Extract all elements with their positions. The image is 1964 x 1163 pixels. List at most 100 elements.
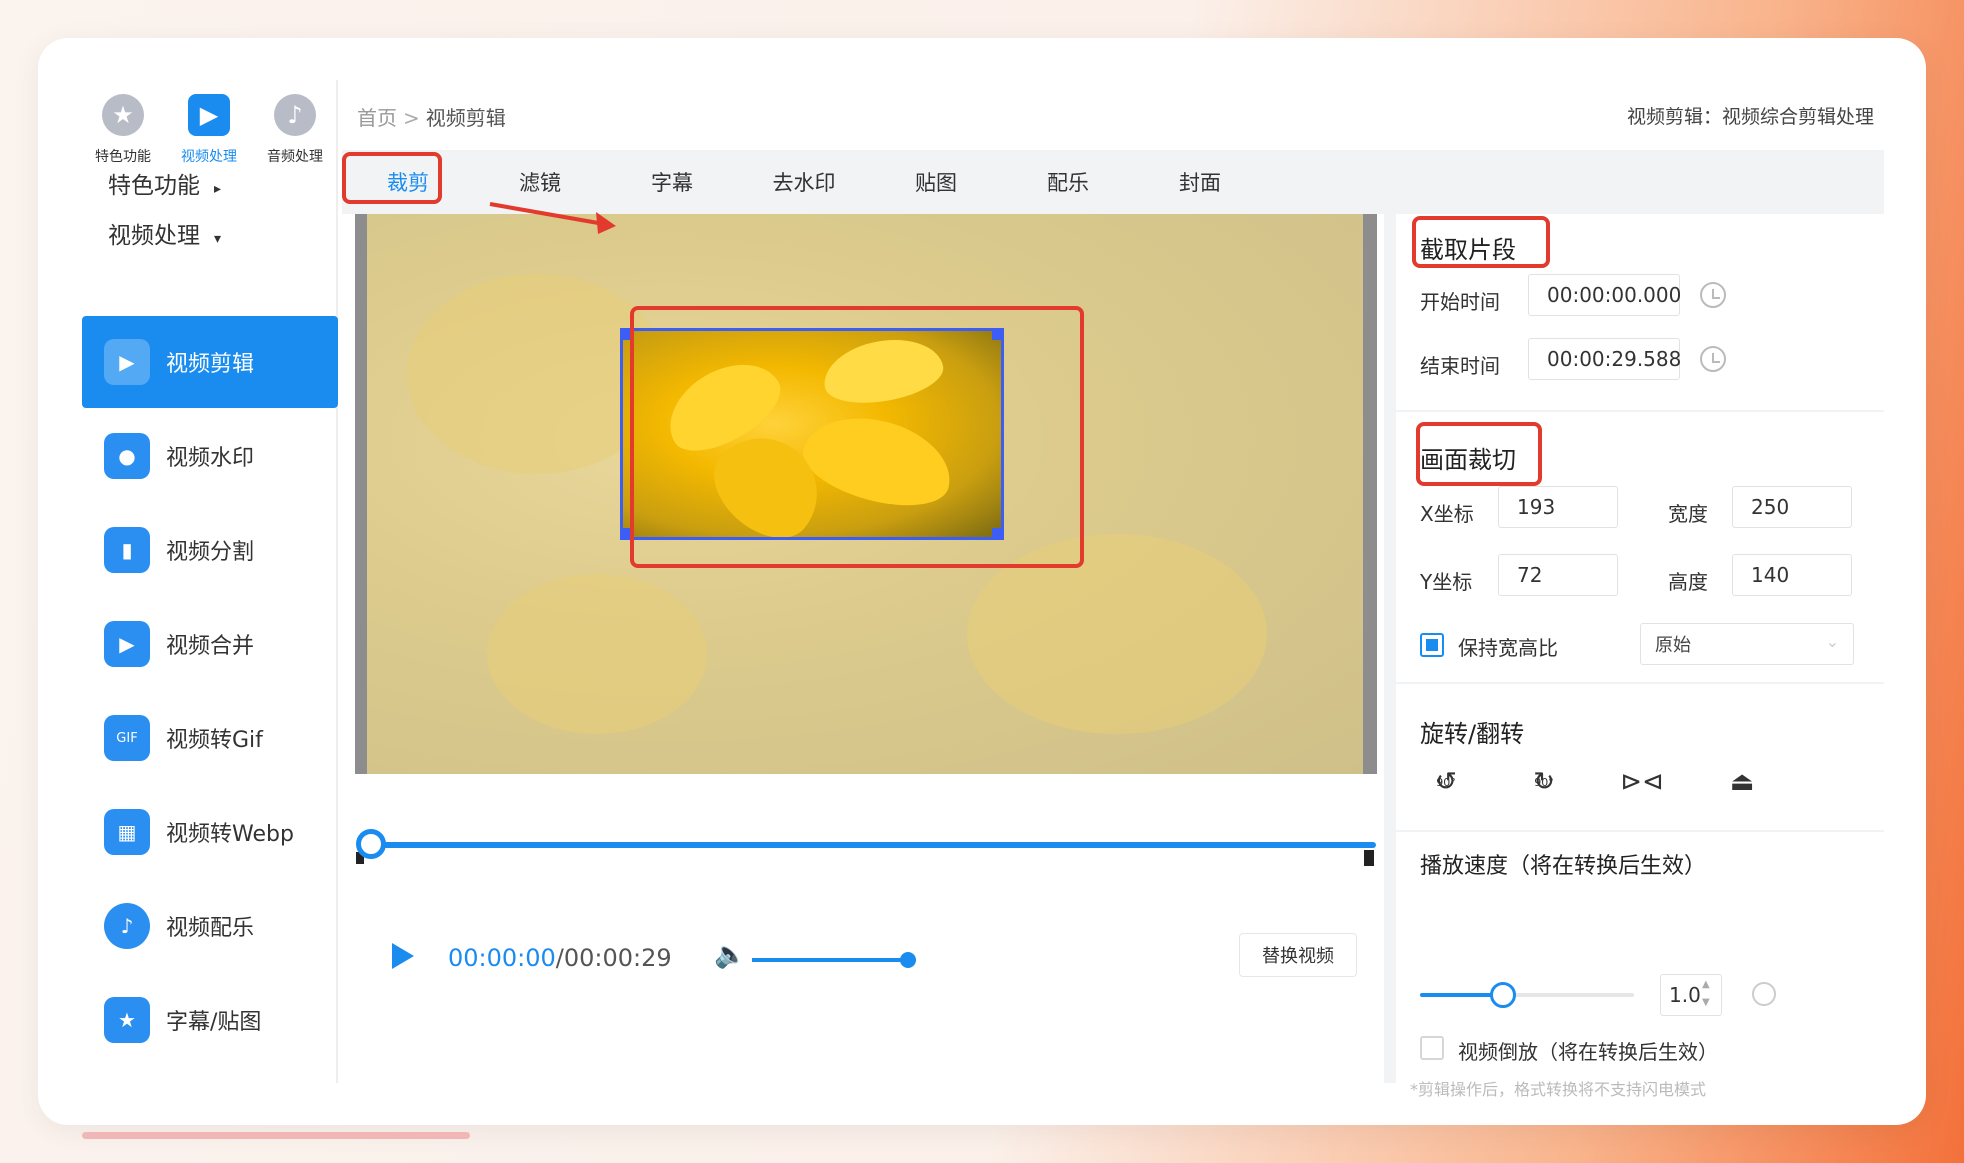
sidebar-item-merge[interactable]: ▶ 视频合并 [82,598,338,690]
tab-subtitle[interactable]: 字幕 [606,167,738,197]
sidebar-item-watermark[interactable]: ● 视频水印 [82,410,338,502]
crop-handle[interactable] [992,331,1001,340]
rotate-left-icon[interactable]: ↺ 90° [1424,760,1468,804]
section-video[interactable]: 视频处理 ▾ [108,216,221,250]
sidebar-item-split[interactable]: ▮ 视频分割 [82,504,338,596]
gif-icon: GIF [104,715,150,761]
music-icon: ♪ [274,94,316,136]
breadcrumb: 首页 > 视频剪辑 [357,102,506,131]
flower-image [818,331,948,411]
crop-handle[interactable] [992,528,1001,537]
reverse-label: 视频倒放（将在转换后生效） [1458,1040,1718,1064]
keep-ratio-checkbox[interactable] [1420,633,1444,657]
section-divider [1384,682,1884,684]
x-coordinate-input[interactable]: 193 [1498,486,1618,528]
chevron-down-icon: ⌄ [1825,632,1839,651]
sidebar-item-label: 视频转Gif [166,728,263,753]
timeline-track[interactable] [366,842,1376,848]
breadcrumb-home[interactable]: 首页 [357,106,397,130]
end-time-label: 结束时间 [1420,354,1500,378]
section-divider [1384,410,1884,412]
video-preview[interactable] [355,214,1377,774]
reverse-checkbox[interactable] [1420,1036,1444,1060]
x-coordinate-label: X坐标 [1420,502,1474,526]
video-background [487,574,707,734]
volume-slider[interactable] [752,958,908,962]
flip-vertical-icon[interactable]: ⏏ [1720,760,1764,804]
sidebar-item-webp[interactable]: ▦ 视频转Webp [82,786,338,878]
sidebar-item-label: 视频剪辑 [166,352,255,377]
end-time-input[interactable]: 00:00:29.588 [1528,338,1681,380]
rotate-right-icon[interactable]: ↻ 90° [1522,760,1566,804]
breadcrumb-current: 视频剪辑 [425,106,506,130]
ratio-select[interactable]: 原始 ⌄ [1640,623,1854,665]
music-video-icon: ♪ [104,903,150,949]
play-icon[interactable] [392,943,414,969]
speed-stepper-icon[interactable]: ▲ ▼ [1702,976,1710,1012]
speed-input[interactable]: 1.0 [1660,974,1722,1016]
replace-video-button[interactable]: 替换视频 [1239,933,1357,977]
watermark-icon: ● [104,433,150,479]
sidebar-item-music[interactable]: ♪ 视频配乐 [82,880,338,972]
timeline-end-marker[interactable] [1364,850,1374,866]
y-coordinate-input[interactable]: 72 [1498,554,1618,596]
y-coordinate-label: Y坐标 [1420,570,1473,594]
crop-selection-box[interactable] [620,328,1004,540]
category-label: 音频处理 [267,149,323,165]
sticker-icon: ★ [104,997,150,1043]
crop-handle[interactable] [623,528,632,537]
video-background [967,534,1267,734]
reset-speed-icon[interactable] [1752,982,1776,1006]
clock-icon[interactable] [1700,346,1726,372]
width-input[interactable]: 250 [1732,486,1852,528]
webp-icon: ▦ [104,809,150,855]
category-audio[interactable]: ♪ 音频处理 [252,94,338,174]
crop-section-title: 画面裁切 [1420,446,1516,474]
tab-cover[interactable]: 封面 [1134,167,1266,197]
keep-ratio-label: 保持宽高比 [1458,636,1558,660]
height-input[interactable]: 140 [1732,554,1852,596]
current-time: 00:00:00 [448,944,556,972]
volume-icon[interactable]: 🔈 [714,940,746,970]
horizontal-scrollbar[interactable] [82,1132,470,1139]
caret-right-icon: ▸ [214,181,222,197]
note-text: *剪辑操作后，格式转换将不支持闪电模式 [1410,1080,1707,1099]
sidebar-item-label: 视频合并 [166,634,255,659]
total-time: /00:00:29 [555,944,672,972]
sidebar-item-subtitle[interactable]: ★ 字幕/贴图 [82,974,338,1066]
tab-remove-watermark[interactable]: 去水印 [738,167,870,197]
tab-crop[interactable]: 裁剪 [342,167,474,197]
category-label: 特色功能 [95,149,151,165]
sidebar-item-gif[interactable]: GIF 视频转Gif [82,692,338,784]
timeline-playhead[interactable] [356,829,386,859]
top-category-icons: ★ 特色功能 ▶ 视频处理 ♪ 音频处理 [80,94,338,174]
tab-filter[interactable]: 滤镜 [474,167,606,197]
sidebar-item-label: 视频分割 [166,540,255,565]
checkbox-checked-mark [1426,639,1438,651]
sidebar-item-label: 视频水印 [166,446,255,471]
flip-horizontal-icon[interactable]: ⊳⊲ [1620,760,1664,804]
annotation-arrow-icon [489,202,616,234]
crop-handle[interactable] [623,331,632,340]
category-video[interactable]: ▶ 视频处理 [166,94,252,174]
volume-knob[interactable] [900,952,916,968]
clock-icon[interactable] [1700,282,1726,308]
tab-sticker[interactable]: 贴图 [870,167,1002,197]
sidebar-item-label: 视频转Webp [166,822,294,847]
section-special[interactable]: 特色功能 ▸ [108,166,221,200]
sidebar-item-video-edit[interactable]: ▶ 视频剪辑 [82,316,338,408]
ratio-select-value: 原始 [1655,635,1691,656]
caret-down-icon: ▾ [214,231,222,247]
section-divider [1384,830,1884,832]
speed-section-title: 播放速度（将在转换后生效） [1420,854,1707,879]
tab-music[interactable]: 配乐 [1002,167,1134,197]
category-label: 视频处理 [181,149,237,165]
merge-icon: ▶ [104,621,150,667]
height-label: 高度 [1668,570,1708,594]
category-special[interactable]: ★ 特色功能 [80,94,166,174]
page-description: 视频剪辑：视频综合剪辑处理 [1626,106,1874,128]
video-edit-icon: ▶ [104,339,150,385]
start-time-input[interactable]: 00:00:00.000 [1528,274,1681,316]
speed-slider-knob[interactable] [1490,982,1516,1008]
split-icon: ▮ [104,527,150,573]
